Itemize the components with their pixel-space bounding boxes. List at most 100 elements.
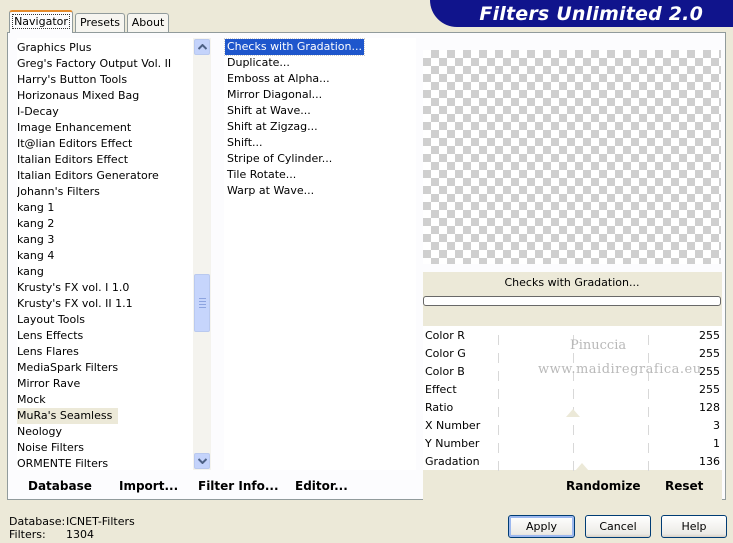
- category-list[interactable]: Graphics Plus Greg's Factory Output Vol. …: [17, 38, 193, 470]
- cancel-button[interactable]: Cancel: [585, 515, 651, 538]
- tab-navigator[interactable]: Navigator: [9, 10, 73, 33]
- import-label: Import...: [119, 479, 179, 493]
- filter-item[interactable]: Warp at Wave...: [227, 183, 314, 199]
- category-scrollbar[interactable]: [193, 38, 211, 470]
- filter-item[interactable]: Mirror Diagonal...: [227, 87, 322, 103]
- editor-button[interactable]: Editor...: [295, 479, 348, 493]
- category-item[interactable]: Neology: [17, 424, 62, 440]
- category-item[interactable]: kang 2: [17, 216, 54, 232]
- category-item[interactable]: It@lian Editors Effect: [17, 136, 132, 152]
- filter-info-button[interactable]: Filter Info...: [198, 479, 279, 493]
- param-label: Color B: [425, 365, 465, 378]
- database-button[interactable]: Database: [28, 479, 92, 493]
- category-item[interactable]: Lens Flares: [17, 344, 79, 360]
- filter-list[interactable]: Checks with Gradation... Duplicate... Embo…: [224, 38, 416, 470]
- slider-tick: [573, 443, 574, 453]
- tab-about-label: About: [131, 16, 165, 29]
- filter-item[interactable]: Shift at Wave...: [227, 103, 311, 119]
- slider-tick: [648, 389, 649, 399]
- filter-item[interactable]: Shift...: [227, 135, 263, 151]
- category-item[interactable]: Italian Editors Generatore: [17, 168, 159, 184]
- scroll-down-button[interactable]: [194, 453, 210, 469]
- param-value: 255: [699, 329, 720, 342]
- category-item[interactable]: Harry's Button Tools: [17, 72, 127, 88]
- param-label: X Number: [425, 419, 481, 432]
- category-item[interactable]: Greg's Factory Output Vol. II: [17, 56, 171, 72]
- filter-info-label: Filter Info...: [198, 479, 279, 493]
- category-item[interactable]: Horizonaus Mixed Bag: [17, 88, 139, 104]
- slider-tick: [498, 461, 499, 471]
- slider-tick: [498, 335, 499, 345]
- category-item[interactable]: Graphics Plus: [17, 40, 91, 56]
- tab-navigator-label: Navigator: [12, 14, 70, 29]
- chevron-down-icon: [198, 458, 207, 464]
- import-button[interactable]: Import...: [119, 479, 178, 493]
- scroll-thumb[interactable]: [194, 274, 210, 332]
- category-item[interactable]: I-Decay: [17, 104, 59, 120]
- param-label: Gradation: [425, 455, 480, 468]
- slider-tick: [648, 443, 649, 453]
- param-row[interactable]: X Number 3: [423, 417, 722, 435]
- slider-tick: [573, 389, 574, 399]
- filter-item[interactable]: Emboss at Alpha...: [227, 71, 330, 87]
- category-item[interactable]: kang 3: [17, 232, 54, 248]
- slider-tick: [498, 371, 499, 381]
- grip-line: [199, 298, 206, 299]
- slider-marker[interactable]: [566, 409, 580, 417]
- category-item[interactable]: kang: [17, 264, 44, 280]
- param-row[interactable]: Y Number 1: [423, 435, 722, 453]
- filter-item[interactable]: Duplicate...: [227, 55, 290, 71]
- tab-presets[interactable]: Presets: [75, 13, 125, 32]
- param-row[interactable]: Gradation 136: [423, 453, 722, 471]
- param-value: 255: [699, 383, 720, 396]
- filters-status-value: 1304: [66, 528, 94, 541]
- tab-presets-label: Presets: [79, 16, 121, 29]
- slider-marker[interactable]: [575, 463, 589, 471]
- category-item[interactable]: Johann's Filters: [17, 184, 100, 200]
- category-item[interactable]: Lens Effects: [17, 328, 83, 344]
- filter-item[interactable]: Tile Rotate...: [227, 167, 296, 183]
- slider-tick: [573, 461, 574, 471]
- category-item[interactable]: kang 1: [17, 200, 54, 216]
- help-label: Help: [681, 520, 707, 533]
- tab-about[interactable]: About: [127, 13, 169, 32]
- param-label: Color G: [425, 347, 466, 360]
- preview-image: [423, 50, 721, 264]
- param-value: 255: [699, 365, 720, 378]
- scroll-up-button[interactable]: [194, 39, 210, 55]
- param-label: Ratio: [425, 401, 454, 414]
- apply-label: Apply: [525, 520, 558, 533]
- randomize-button[interactable]: Randomize: [566, 479, 640, 493]
- category-item[interactable]: Image Enhancement: [17, 120, 131, 136]
- filter-item[interactable]: Checks with Gradation...: [224, 38, 365, 56]
- param-row[interactable]: Ratio 128: [423, 399, 722, 417]
- help-button[interactable]: Help: [661, 515, 727, 538]
- filters-status-label: Filters:: [9, 528, 46, 541]
- filter-item[interactable]: Shift at Zigzag...: [227, 119, 318, 135]
- param-label: Y Number: [425, 437, 480, 450]
- category-item[interactable]: Mock: [17, 392, 46, 408]
- editor-label: Editor...: [295, 479, 348, 493]
- reset-button[interactable]: Reset: [665, 479, 703, 493]
- category-item[interactable]: Noise Filters: [17, 440, 84, 456]
- slider-tick: [498, 425, 499, 435]
- apply-button[interactable]: Apply: [508, 515, 575, 538]
- category-item[interactable]: ORMENTE Filters: [17, 456, 108, 470]
- filter-item[interactable]: Stripe of Cylinder...: [227, 151, 332, 167]
- category-item[interactable]: Layout Tools: [17, 312, 85, 328]
- slider-tick: [648, 407, 649, 417]
- param-value: 136: [699, 455, 720, 468]
- cancel-label: Cancel: [599, 520, 637, 533]
- category-item[interactable]: kang 4: [17, 248, 54, 264]
- param-row[interactable]: Effect 255: [423, 381, 722, 399]
- category-item[interactable]: MuRa's Seamless: [17, 408, 119, 424]
- slider-tick: [498, 389, 499, 399]
- slider-tick: [498, 353, 499, 363]
- grip-line: [199, 304, 206, 305]
- category-item[interactable]: MediaSpark Filters: [17, 360, 118, 376]
- banner-title: Filters Unlimited 2.0: [479, 3, 703, 25]
- category-item[interactable]: Krusty's FX vol. I 1.0: [17, 280, 129, 296]
- category-item[interactable]: Italian Editors Effect: [17, 152, 128, 168]
- category-item[interactable]: Krusty's FX vol. II 1.1: [17, 296, 133, 312]
- category-item[interactable]: Mirror Rave: [17, 376, 80, 392]
